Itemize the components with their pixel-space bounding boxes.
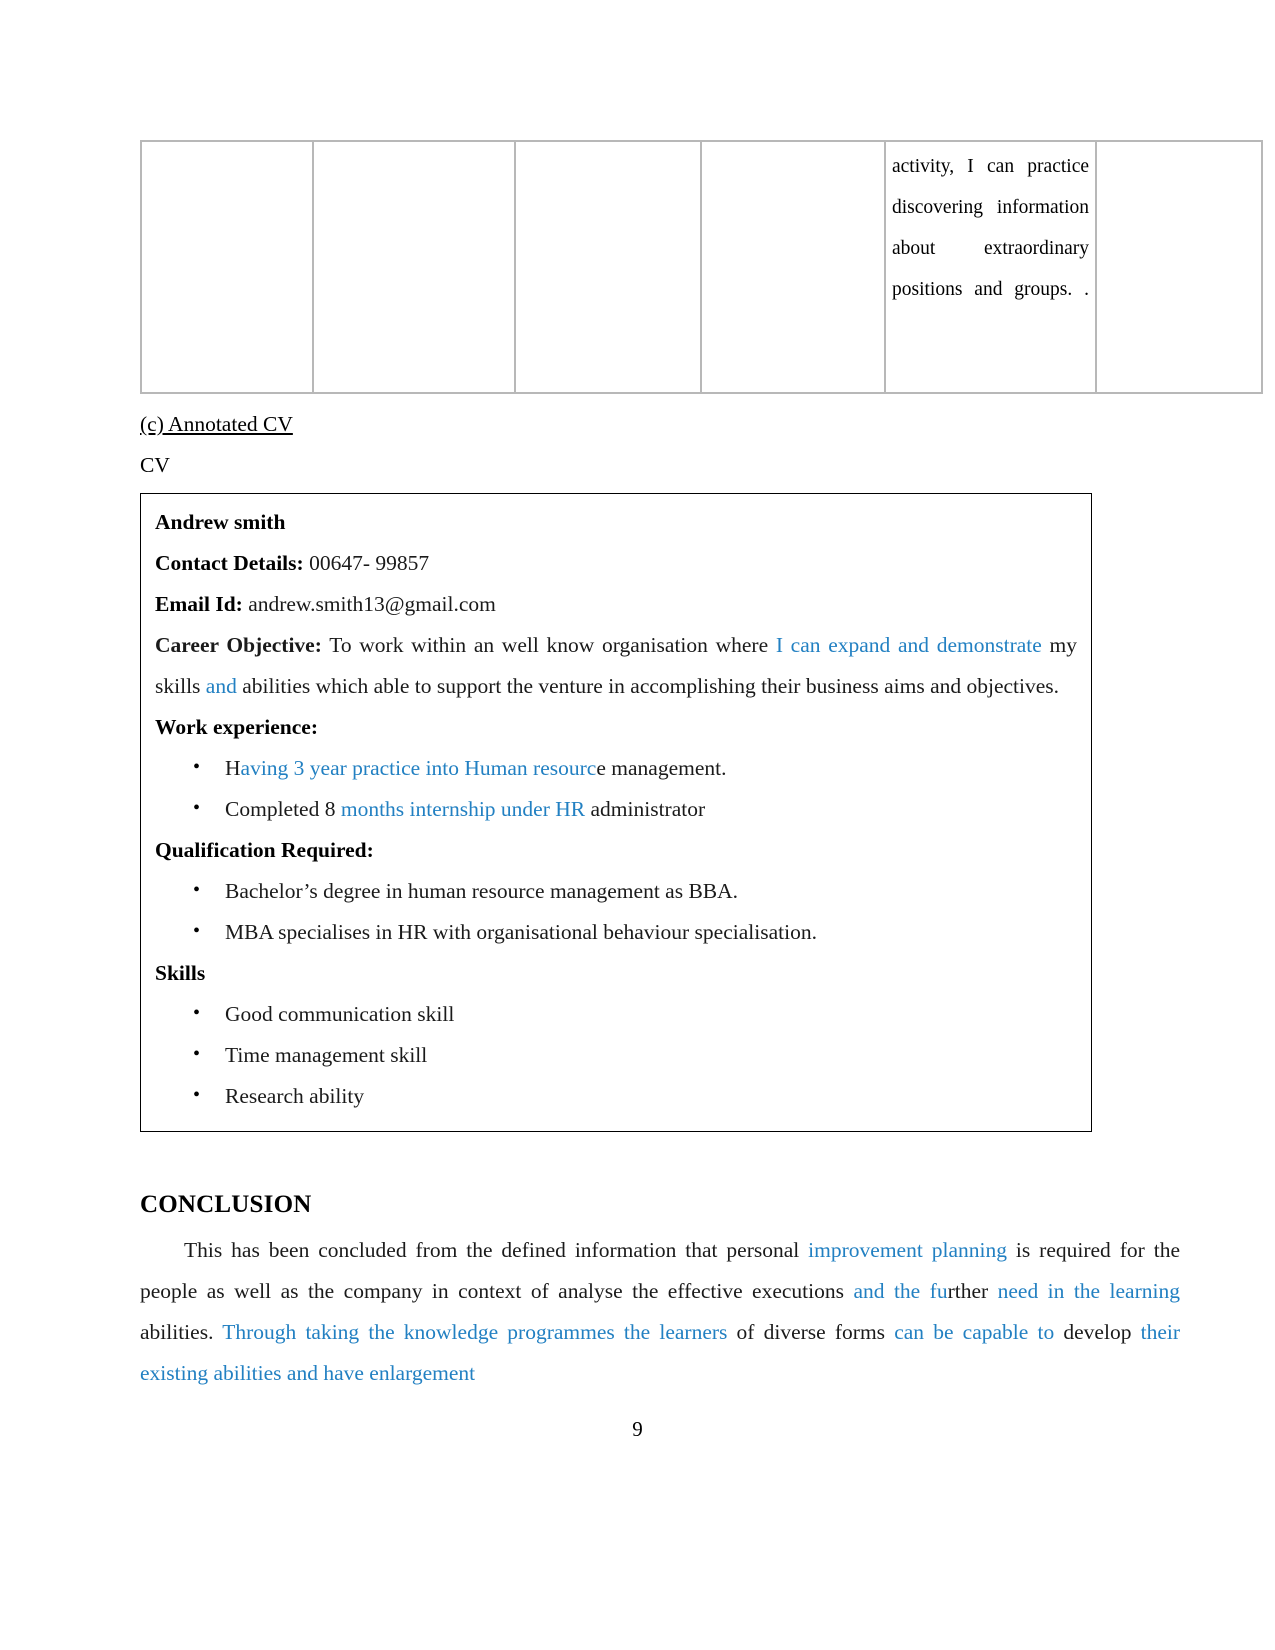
table-cell-3 xyxy=(515,141,701,393)
list-item: MBA specialises in HR with organisationa… xyxy=(193,911,1077,953)
table-cell-5: activity, I can practice discovering inf… xyxy=(885,141,1096,393)
conclusion-highlight-5: Through taking the knowledge programmes … xyxy=(222,1320,728,1344)
cv-box: Andrew smith Contact Details: 00647- 998… xyxy=(140,493,1092,1132)
list-item: Bachelor’s degree in human resource mana… xyxy=(193,870,1077,912)
work-item-1-highlight: months internship under HR xyxy=(340,797,586,821)
cv-caption: CV xyxy=(140,453,170,477)
cv-email-value: andrew.smith13@gmail.com xyxy=(242,592,496,616)
conclusion-text-5: abilities. xyxy=(140,1320,223,1344)
table-cell-1 xyxy=(141,141,313,393)
cv-name: Andrew smith xyxy=(155,510,286,534)
conclusion-paragraph: This has been concluded from the defined… xyxy=(140,1230,1180,1394)
cv-email-row: Email Id: andrew.smith13@gmail.com xyxy=(155,584,1077,625)
table-cell-6 xyxy=(1096,141,1262,393)
section-label: (c) Annotated CV xyxy=(140,412,293,436)
document-page: activity, I can practice discovering inf… xyxy=(0,0,1275,1650)
conclusion-text-7: develop xyxy=(1054,1320,1141,1344)
table-row: activity, I can practice discovering inf… xyxy=(141,141,1262,393)
table-cell-2 xyxy=(313,141,515,393)
cv-contact-row: Contact Details: 00647- 99857 xyxy=(155,543,1077,584)
work-item-0-pre: H xyxy=(225,756,241,780)
conclusion-highlight-1: improvement planning xyxy=(808,1238,1007,1262)
section-label-wrapper: (c) Annotated CV xyxy=(140,394,1180,445)
conclusion-heading: CONCLUSION xyxy=(140,1191,312,1218)
cv-objective-text-1: To work within an well know organisation… xyxy=(321,633,776,657)
cv-contact-value: 00647- 99857 xyxy=(303,551,430,575)
conclusion-text-3: rther xyxy=(947,1279,989,1303)
cv-objective-text-3: abilities which able to support the vent… xyxy=(236,674,1060,698)
cv-email-label: Email Id: xyxy=(155,592,243,616)
work-item-1-pre: Completed 8 xyxy=(225,797,341,821)
cv-objective-label: Career Objective: xyxy=(155,633,322,657)
cv-skills-list: Good communication skill Time management… xyxy=(155,993,1077,1117)
work-item-0-post: e management. xyxy=(596,756,727,780)
work-item-0-highlight: aving 3 year practice into Human resourc xyxy=(240,756,597,780)
table-cell-5-text: activity, I can practice discovering inf… xyxy=(892,156,1089,300)
list-item: Good communication skill xyxy=(193,993,1077,1035)
conclusion-text-6: of diverse forms xyxy=(727,1320,895,1344)
conclusion-text-1: This has been concluded from the defined… xyxy=(184,1238,809,1262)
cv-qualification-label: Qualification Required: xyxy=(155,838,374,862)
conclusion-highlight-3: need xyxy=(988,1279,1048,1303)
list-item: Having 3 year practice into Human resour… xyxy=(193,747,1077,789)
page-content: activity, I can practice discovering inf… xyxy=(140,140,1263,1394)
cv-qualification-list: Bachelor’s degree in human resource mana… xyxy=(155,870,1077,953)
list-item: Research ability xyxy=(193,1075,1077,1117)
cv-contact-label: Contact Details: xyxy=(155,551,304,575)
list-item: Completed 8 months internship under HR a… xyxy=(193,788,1077,830)
cv-work-label: Work experience: xyxy=(155,715,318,739)
work-item-1-post: administrator xyxy=(585,797,706,821)
cv-objective-highlight-2: and xyxy=(205,674,237,698)
page-number: 9 xyxy=(632,1417,643,1441)
table-cell-4 xyxy=(701,141,885,393)
cv-objective-highlight-1: I can expand and demonstrate xyxy=(775,633,1042,657)
continuation-table: activity, I can practice discovering inf… xyxy=(140,140,1263,394)
cv-objective-row: Career Objective: To work within an well… xyxy=(155,625,1077,707)
list-item: Time management skill xyxy=(193,1034,1077,1076)
conclusion-highlight-6: can be capable to xyxy=(894,1320,1055,1344)
conclusion-highlight-4: in the learning xyxy=(1047,1279,1180,1303)
conclusion-highlight-2: and the fu xyxy=(853,1279,948,1303)
cv-skills-label: Skills xyxy=(155,961,206,985)
cv-work-list: Having 3 year practice into Human resour… xyxy=(155,747,1077,830)
